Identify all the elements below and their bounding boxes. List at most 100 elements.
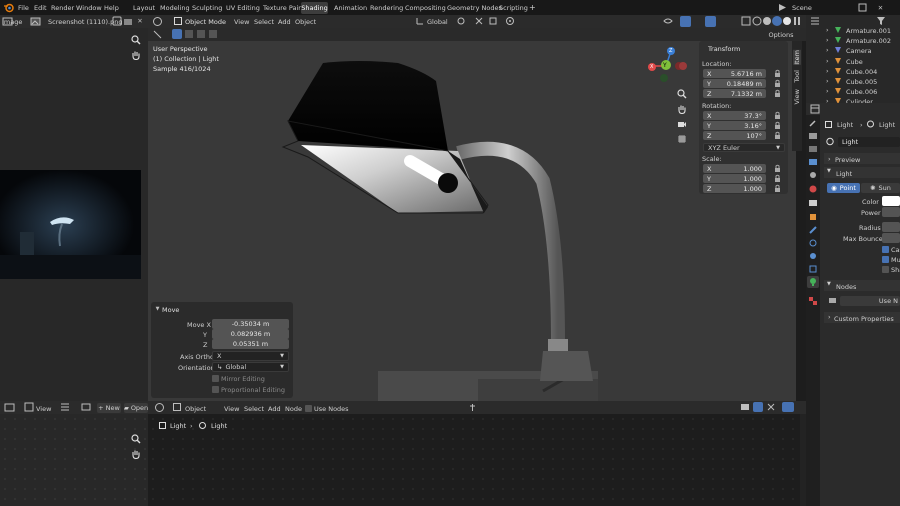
visibility-icon[interactable] <box>663 16 673 26</box>
rotation-z-field[interactable]: Z 107° <box>703 131 766 140</box>
node-menu-view[interactable]: View <box>224 405 239 413</box>
node-editor-scrollbar[interactable] <box>800 414 806 506</box>
menu-help[interactable]: Help <box>104 4 119 12</box>
axis-ortho-dropdown[interactable]: X ▼ <box>212 351 289 361</box>
light-datablock-name-field[interactable]: Light <box>838 137 900 147</box>
select-box-icon[interactable] <box>152 29 163 40</box>
world-tab-icon[interactable] <box>808 184 818 194</box>
scale-z-field[interactable]: Z 1.000 <box>703 184 766 193</box>
menu-window[interactable]: Window <box>76 4 102 12</box>
node-menu-node[interactable]: Node <box>285 405 302 413</box>
image-icon[interactable] <box>30 16 41 27</box>
camera-view-icon[interactable] <box>677 119 687 129</box>
tab-rendering[interactable]: Rendering <box>370 4 403 12</box>
tab-animation[interactable]: Animation <box>334 4 367 12</box>
tab-sculpting[interactable]: Sculpting <box>192 4 222 12</box>
location-z-field[interactable]: Z 7.1332 m <box>703 89 766 98</box>
tab-modeling[interactable]: Modeling <box>160 4 190 12</box>
bottom-left-pan-icon[interactable] <box>131 449 141 459</box>
rotation-mode-dropdown[interactable]: XYZ Euler ▼ <box>703 143 785 152</box>
lock-rotation-y-icon[interactable] <box>773 121 782 130</box>
viewport-zoom-icon[interactable] <box>677 89 687 99</box>
outliner-expand-icon[interactable]: › <box>826 36 829 44</box>
scene-tab-icon[interactable] <box>808 170 818 180</box>
outliner-expand-icon[interactable]: › <box>826 26 829 34</box>
blender-logo-icon[interactable] <box>3 2 14 13</box>
menu-edit[interactable]: Edit <box>34 4 47 12</box>
light-type-point-button[interactable]: ◉ Point <box>827 183 860 193</box>
lock-location-x-icon[interactable] <box>773 69 782 78</box>
node-menu-add[interactable]: Add <box>268 405 281 413</box>
view-layer-tab-icon[interactable] <box>808 157 818 167</box>
lock-rotation-x-icon[interactable] <box>773 111 782 120</box>
lock-scale-x-icon[interactable] <box>773 164 782 173</box>
image-menu[interactable]: Image <box>2 18 22 26</box>
tab-layout[interactable]: Layout <box>133 4 155 12</box>
new-scene-icon[interactable] <box>858 3 867 12</box>
viewport-menu-add[interactable]: Add <box>278 18 291 26</box>
select-mode-new-icon[interactable] <box>172 29 182 39</box>
open-image-button[interactable]: ▰ Open <box>124 403 148 413</box>
shader-type-dropdown[interactable]: Object <box>185 405 206 413</box>
outliner-expand-icon[interactable]: › <box>826 57 829 65</box>
light-datablock-icon[interactable] <box>825 137 835 147</box>
open-image-icon[interactable] <box>123 16 133 26</box>
transform-panel-header[interactable]: Transform <box>708 45 740 53</box>
constraints-tab-icon[interactable] <box>808 264 818 274</box>
shadow-caustics-checkbox[interactable] <box>882 266 889 273</box>
outliner-expand-icon[interactable]: › <box>826 77 829 85</box>
transform-orientation-icon[interactable] <box>415 16 425 26</box>
node-overlays-toggle[interactable] <box>782 402 794 412</box>
outliner-expand-icon[interactable]: › <box>826 46 829 54</box>
tool-tab-icon[interactable] <box>808 118 818 128</box>
outliner-expand-icon[interactable]: › <box>826 87 829 95</box>
outliner-item[interactable]: › Cube.004 <box>812 66 900 76</box>
xray-icon[interactable] <box>741 16 751 26</box>
render-tab-icon[interactable] <box>808 131 818 141</box>
light-type-sun-button[interactable]: ✺ Sun <box>861 183 900 193</box>
shading-solid-icon[interactable] <box>762 16 772 26</box>
delete-scene-icon[interactable]: ✕ <box>876 3 885 12</box>
scale-x-field[interactable]: X 1.000 <box>703 164 766 173</box>
outliner-expand-icon[interactable]: › <box>826 67 829 75</box>
viewport-menu-view[interactable]: View <box>234 18 249 26</box>
max-bounces-field[interactable] <box>882 233 900 243</box>
file-browser-editor-icon[interactable] <box>4 402 15 413</box>
outliner-item[interactable]: › Cube <box>812 56 900 66</box>
viewport-pan-icon[interactable] <box>677 104 687 114</box>
modifier-tab-icon[interactable] <box>808 225 818 235</box>
viewport-menu-object[interactable]: Object <box>295 18 316 26</box>
proportional-editing-checkbox[interactable] <box>212 386 219 393</box>
object-tab-icon[interactable] <box>808 212 818 222</box>
snap-icon[interactable] <box>474 16 484 26</box>
move-panel-collapse-icon[interactable]: ▼ <box>154 305 161 312</box>
shading-wireframe-icon[interactable] <box>752 16 762 26</box>
viewport-menu-select[interactable]: Select <box>254 18 274 26</box>
ortho-toggle-icon[interactable] <box>677 134 687 144</box>
shading-rendered-icon[interactable] <box>782 16 792 26</box>
options-button[interactable]: Options <box>766 30 796 40</box>
mirror-editing-checkbox[interactable] <box>212 375 219 382</box>
image-browse-icon[interactable] <box>81 402 91 412</box>
lock-scale-z-icon[interactable] <box>773 184 782 193</box>
cast-shadow-checkbox[interactable] <box>882 246 889 253</box>
select-mode-extend-icon[interactable] <box>184 29 194 39</box>
move-panel-header[interactable]: Move <box>162 306 179 314</box>
node-editor-type-icon[interactable] <box>154 402 165 413</box>
view-type-icon[interactable] <box>24 402 34 412</box>
rotation-x-field[interactable]: X 37.3° <box>703 111 766 120</box>
outliner-item[interactable]: › Armature.002 <box>812 35 900 45</box>
menu-file[interactable]: File <box>18 4 29 12</box>
side-tab-item[interactable]: Item <box>793 50 801 65</box>
node-snap-icon[interactable] <box>766 402 776 412</box>
snap-target-icon[interactable] <box>488 16 498 26</box>
outliner-item[interactable]: › Camera <box>812 45 900 55</box>
viewport-editor-type-icon[interactable] <box>152 16 163 27</box>
tab-scripting[interactable]: Scripting <box>499 4 528 12</box>
outliner-item[interactable]: › Armature.001 <box>812 25 900 35</box>
zoom-icon[interactable] <box>131 35 141 45</box>
lock-location-y-icon[interactable] <box>773 79 782 88</box>
scene-name[interactable]: Scene <box>792 4 812 12</box>
hamburger-menu-icon[interactable] <box>60 402 70 412</box>
scale-y-field[interactable]: Y 1.000 <box>703 174 766 183</box>
